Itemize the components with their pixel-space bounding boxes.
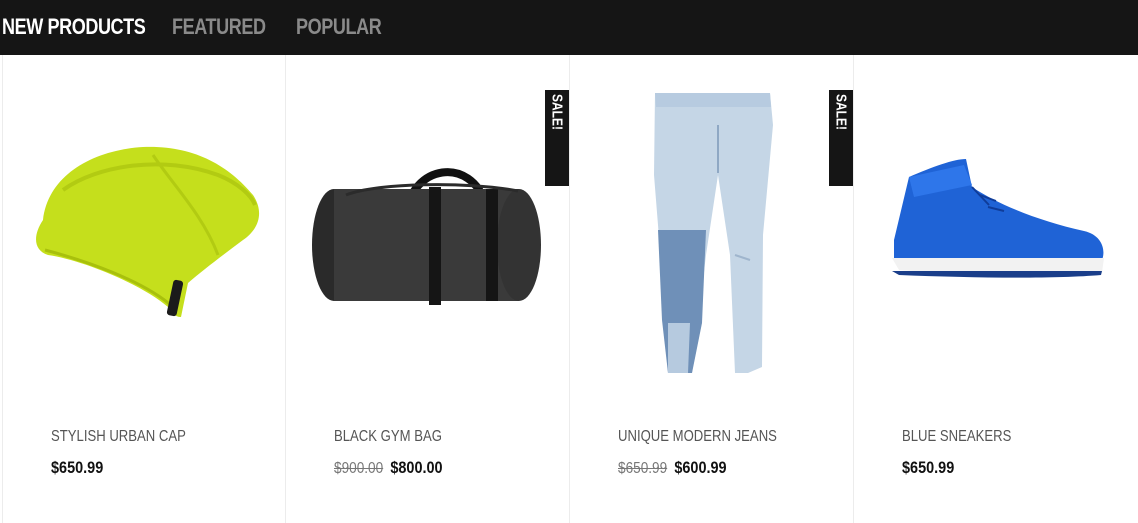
- product-tabs: NEW PRODUCTS FEATURED POPULAR: [0, 0, 1138, 55]
- product-image-gym-bag[interactable]: SALE!: [286, 55, 569, 395]
- tab-featured[interactable]: FEATURED: [172, 14, 266, 40]
- product-old-price: $650.99: [618, 460, 668, 477]
- sale-badge: SALE!: [829, 90, 853, 186]
- duffel-bag-icon: [312, 168, 541, 305]
- product-price-row: $650.99: [51, 458, 103, 478]
- product-old-price: $900.00: [334, 460, 384, 477]
- jeans-icon: [654, 93, 773, 373]
- product-name[interactable]: BLACK GYM BAG: [334, 428, 442, 446]
- sneaker-icon: [892, 159, 1104, 278]
- beanie-icon: [36, 146, 260, 317]
- product-card[interactable]: SALE! BLACK GYM BAG $900.00 $800.00: [286, 55, 570, 523]
- product-price: $650.99: [51, 458, 104, 477]
- product-price: $600.99: [674, 458, 727, 477]
- product-image-beanie[interactable]: [3, 55, 286, 395]
- product-name[interactable]: BLUE SNEAKERS: [902, 428, 1011, 446]
- product-name[interactable]: STYLISH URBAN CAP: [51, 428, 186, 446]
- sale-badge: SALE!: [545, 90, 569, 186]
- product-price-row: $650.99: [902, 458, 954, 478]
- tab-new-products[interactable]: NEW PRODUCTS: [2, 14, 146, 40]
- product-grid: STYLISH URBAN CAP $650.99 SALE! BLACK GY…: [0, 55, 1138, 523]
- product-card[interactable]: STYLISH URBAN CAP $650.99: [2, 55, 286, 523]
- product-price: $800.00: [390, 458, 443, 477]
- product-image-jeans[interactable]: SALE!: [570, 55, 853, 395]
- product-card[interactable]: BLUE SNEAKERS $650.99: [854, 55, 1138, 523]
- product-name[interactable]: UNIQUE MODERN JEANS: [618, 428, 777, 446]
- product-price: $650.99: [902, 458, 955, 477]
- tab-popular[interactable]: POPULAR: [296, 14, 382, 40]
- product-price-row: $900.00 $800.00: [334, 458, 443, 478]
- product-price-row: $650.99 $600.99: [618, 458, 727, 478]
- product-image-sneakers[interactable]: [854, 55, 1137, 395]
- product-card[interactable]: SALE! UNIQUE MODERN JEANS $650.99 $600.9…: [570, 55, 854, 523]
